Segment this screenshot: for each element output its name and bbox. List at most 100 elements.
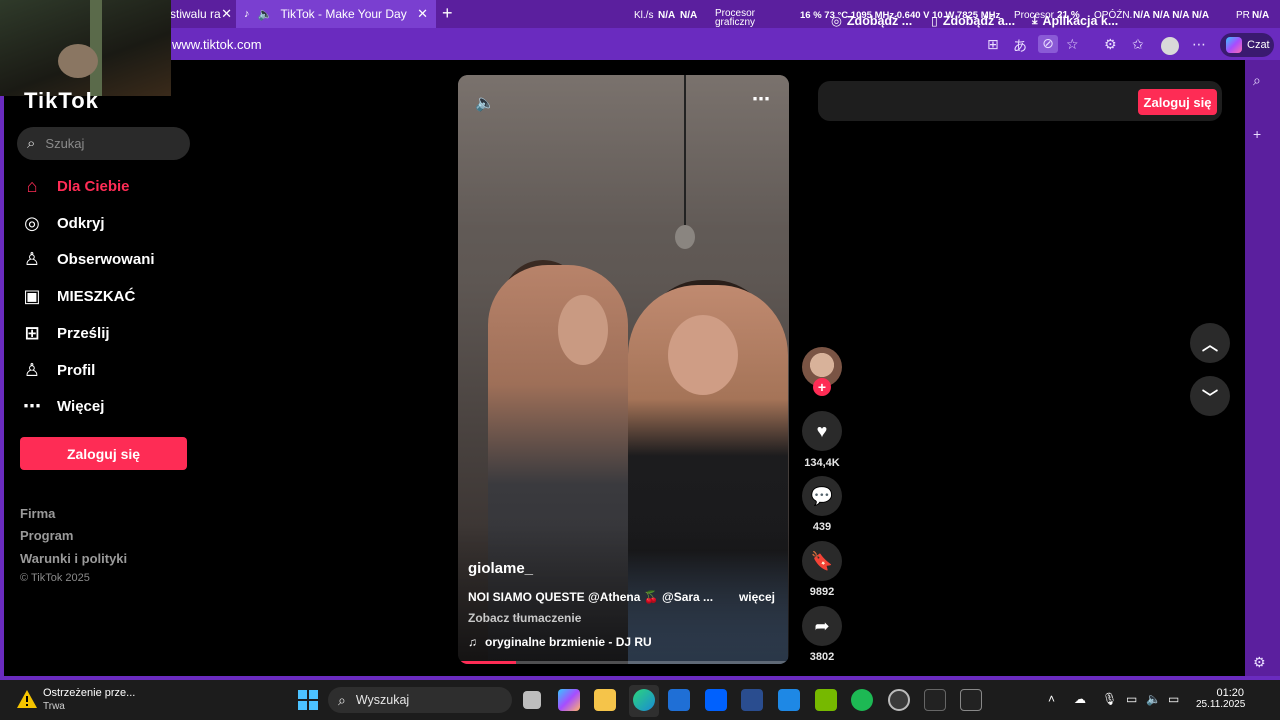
taskbar-search-label: Wyszukaj: [355, 693, 410, 707]
apps-icon[interactable]: ⊞: [987, 36, 999, 53]
microphone-icon[interactable]: 🎙: [1102, 692, 1117, 706]
add-icon[interactable]: +: [1253, 126, 1261, 142]
browser-tab-previous[interactable]: stiwalu ra ✕: [170, 0, 236, 28]
video-progress-bar[interactable]: [458, 661, 789, 664]
sound-label: oryginalne brzmienie - DJ RU: [485, 635, 652, 649]
nav-item-following[interactable]: ♙ Obserwowani: [22, 249, 202, 270]
upload-icon: ⊞: [24, 323, 40, 343]
video-author[interactable]: giolame_: [468, 560, 533, 577]
save-button[interactable]: 🔖: [802, 541, 842, 581]
login-button-top[interactable]: Zaloguj się: [1138, 89, 1217, 115]
desktop-app-button[interactable]: ⤓ Aplikacja k...: [1032, 13, 1118, 28]
new-tab-button[interactable]: +: [442, 3, 453, 24]
tab-close-icon[interactable]: ✕: [417, 6, 428, 22]
osd-fps-value: N/A: [658, 10, 676, 21]
share-button[interactable]: ➦: [802, 606, 842, 646]
volume-icon[interactable]: 🔈: [1146, 692, 1161, 706]
taskbar-search[interactable]: ⌕ Wyszukaj: [328, 687, 512, 713]
cloud-icon[interactable]: ☁: [1074, 692, 1086, 706]
osd-pr-value: N/A: [1252, 10, 1270, 21]
windows-start-icon[interactable]: [298, 690, 318, 710]
bookmark-icon: 🔖: [810, 550, 834, 571]
url-field[interactable]: www.tiktok.com: [172, 37, 262, 52]
tab-close-icon[interactable]: ✕: [221, 6, 232, 22]
task-view-icon[interactable]: [523, 691, 541, 709]
translate-link[interactable]: Zobacz tłumaczenie: [468, 611, 581, 625]
edge-icon[interactable]: [633, 689, 655, 711]
follow-button[interactable]: +: [813, 378, 831, 396]
battery-icon[interactable]: ▭: [1168, 692, 1179, 706]
app-icon[interactable]: [741, 689, 763, 711]
search-placeholder: Szukaj: [45, 136, 85, 151]
compass-icon: ◎: [24, 213, 40, 233]
copilot-chat-button[interactable]: Czat: [1220, 33, 1274, 57]
nav-label: Dla Ciebie: [57, 178, 130, 195]
footer-link-terms[interactable]: Warunki i polityki: [20, 551, 127, 566]
volume-icon[interactable]: 🔈: [475, 93, 495, 113]
chevron-up-icon[interactable]: ˄: [1048, 692, 1055, 706]
app-icon[interactable]: [888, 689, 910, 711]
app-icon[interactable]: [960, 689, 982, 711]
settings-more-icon[interactable]: ⋯: [1192, 36, 1206, 53]
see-more-link[interactable]: więcej: [739, 590, 775, 604]
search-icon: ⌕: [338, 691, 346, 708]
clock[interactable]: 01:20 25.11.2025: [1196, 687, 1245, 710]
store-icon[interactable]: [668, 689, 690, 711]
following-icon: ♙: [23, 249, 41, 269]
gear-icon[interactable]: ⚙: [1253, 654, 1266, 671]
tracking-prevention-icon[interactable]: ⊘: [1038, 35, 1058, 53]
search-input[interactable]: ⌕ Szukaj: [17, 127, 190, 160]
favorites-icon[interactable]: ✩: [1132, 36, 1144, 53]
get-coins-button[interactable]: ◎ Zdobądź ...: [831, 13, 913, 29]
nav-item-upload[interactable]: ⊞ Prześlij: [22, 323, 202, 344]
next-video-button[interactable]: ﹀: [1190, 376, 1230, 416]
more-options-icon[interactable]: ⋯: [752, 89, 771, 110]
search-icon[interactable]: ⌕: [1253, 72, 1261, 89]
network-icon[interactable]: ▭: [1126, 692, 1137, 706]
phone-icon: ▯: [931, 14, 938, 28]
speaker-icon[interactable]: 🔈: [258, 7, 273, 21]
get-app-button[interactable]: ▯ Zdobądź a...: [931, 13, 1015, 29]
previous-video-button[interactable]: ︿: [1190, 323, 1230, 363]
get-coins-label: Zdobądź ...: [846, 13, 913, 28]
like-count: 134,4K: [804, 457, 840, 469]
footer-link-company[interactable]: Firma: [20, 506, 55, 521]
tiktok-favicon-icon: ♪: [244, 8, 250, 20]
login-button[interactable]: Zaloguj się: [20, 437, 187, 470]
sound-link[interactable]: ♫ oryginalne brzmienie - DJ RU: [468, 635, 652, 649]
like-button[interactable]: ♥: [802, 411, 842, 451]
nav-label: Prześlij: [57, 325, 110, 342]
favorite-star-icon[interactable]: ☆: [1066, 36, 1079, 53]
nav-item-explore[interactable]: ◎ Odkryj: [22, 213, 202, 234]
file-explorer-icon[interactable]: [594, 689, 616, 711]
dropbox-icon[interactable]: [705, 689, 727, 711]
outlook-icon[interactable]: [778, 689, 800, 711]
nav-item-profile[interactable]: ♙ Profil: [22, 360, 202, 381]
nvidia-icon[interactable]: [815, 689, 837, 711]
footer-link-program[interactable]: Program: [20, 528, 73, 543]
warning-icon[interactable]: [16, 689, 38, 709]
extensions-icon[interactable]: ⚙: [1104, 36, 1117, 53]
tiktok-logo[interactable]: TikTok: [24, 88, 99, 114]
video-frame: [458, 75, 789, 225]
webcam-face: [58, 44, 98, 78]
epic-games-icon[interactable]: [924, 689, 946, 711]
browser-tab-tiktok[interactable]: ♪ 🔈 TikTok - Make Your Day ✕: [236, 0, 436, 28]
copilot-icon[interactable]: [558, 689, 580, 711]
nav-label: Obserwowani: [57, 251, 155, 268]
video-player[interactable]: 🔈 ⋯ giolame_ NOI SIAMO QUESTE @Athena 🍒 …: [458, 75, 789, 664]
nav-label: Odkryj: [57, 215, 105, 232]
profile-avatar[interactable]: [1161, 37, 1179, 55]
video-description: NOI SIAMO QUESTE @Athena 🍒 @Sara ...: [468, 590, 714, 604]
music-note-icon: ♫: [468, 635, 477, 649]
nav-item-more[interactable]: ⋯ Więcej: [22, 396, 202, 417]
notification-title[interactable]: Ostrzeżenie prze...: [43, 687, 135, 699]
translate-icon[interactable]: あ: [1013, 36, 1027, 56]
nav-item-for-you[interactable]: ⌂ Dla Ciebie: [22, 176, 202, 197]
comment-button[interactable]: 💬: [802, 476, 842, 516]
more-icon: ⋯: [23, 396, 41, 416]
spotify-icon[interactable]: [851, 689, 873, 711]
clock-time: 01:20: [1216, 687, 1244, 699]
nav-item-live[interactable]: ▣ MIESZKAĆ: [22, 286, 202, 307]
video-frame: [684, 75, 686, 225]
